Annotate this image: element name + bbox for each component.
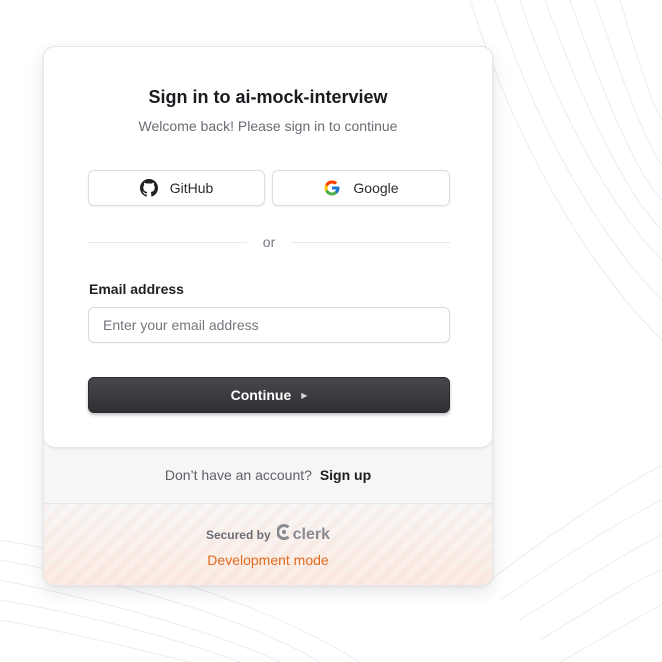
dev-mode-footer: Secured by clerk Development mode [44, 503, 492, 585]
caret-right-icon: ▶ [301, 390, 308, 400]
continue-button[interactable]: Continue ▶ [88, 377, 450, 413]
clerk-logo-text: clerk [292, 525, 331, 543]
github-label: GitHub [169, 180, 214, 196]
signup-prompt-text: Don’t have an account? [164, 467, 312, 483]
continue-label: Continue [230, 387, 292, 403]
page-title: Sign in to ai-mock-interview [148, 87, 388, 107]
or-divider: or [88, 233, 451, 251]
page-subtitle: Welcome back! Please sign in to continue [138, 118, 398, 134]
email-input[interactable] [88, 307, 450, 343]
clerk-logo-icon [275, 524, 291, 545]
signup-link[interactable]: Sign up [320, 467, 371, 483]
divider-text: or [262, 234, 276, 250]
clerk-logo[interactable]: clerk [275, 524, 331, 545]
signin-card-main: Sign in to ai-mock-interview Welcome bac… [44, 47, 492, 448]
google-icon [323, 179, 341, 197]
secured-by-text: Secured by [205, 527, 271, 542]
divider-line-right [291, 241, 451, 243]
google-label: Google [353, 180, 399, 196]
google-signin-button[interactable]: Google [272, 170, 450, 206]
signup-prompt: Don’t have an account? Sign up [44, 467, 492, 483]
github-icon [139, 179, 158, 197]
email-label: Email address [89, 281, 184, 297]
secured-by: Secured by clerk [44, 524, 492, 545]
divider-line-left [88, 241, 247, 243]
signin-card: Sign in to ai-mock-interview Welcome bac… [43, 46, 493, 586]
development-mode-badge: Development mode [207, 552, 329, 568]
github-signin-button[interactable]: GitHub [88, 170, 265, 206]
